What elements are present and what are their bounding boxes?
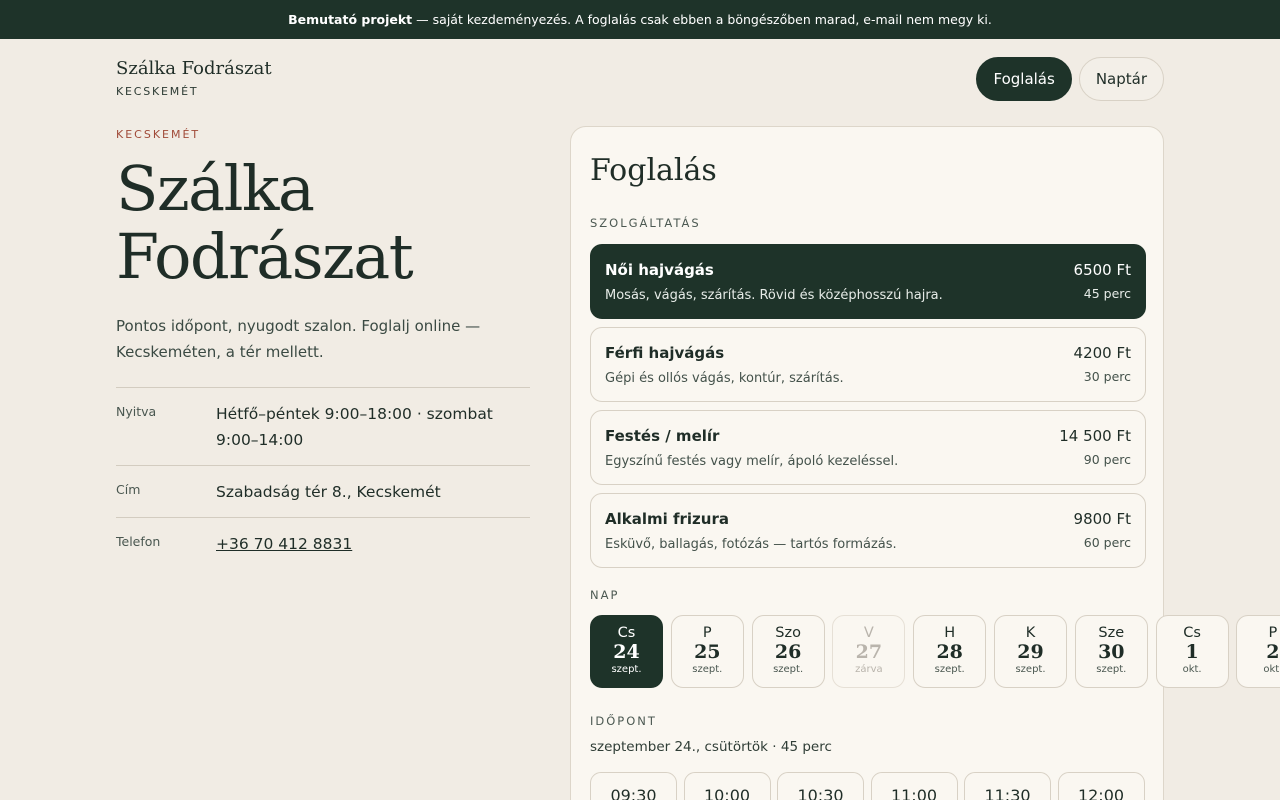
service-price: 9800 Ft: [1073, 510, 1131, 528]
calendar-nav-button[interactable]: Naptár: [1078, 57, 1164, 101]
day-option[interactable]: P2okt.: [1236, 615, 1280, 688]
day-number: 2: [1266, 641, 1280, 663]
day-option[interactable]: H 28 szept.: [913, 615, 987, 688]
day-option[interactable]: Cs 1 okt.: [1155, 615, 1229, 688]
time-slot[interactable]: 10:30: [777, 772, 864, 800]
service-duration: 60 perc: [1083, 535, 1131, 550]
service-price: 14 500 Ft: [1059, 427, 1131, 445]
day-number: 24: [613, 641, 640, 663]
day-number: 27: [855, 641, 883, 663]
service-name: Női hajvágás: [605, 261, 714, 279]
service-option[interactable]: Férfi hajvágás Gépi és ollós vágás, kontú…: [590, 327, 1146, 402]
day-weekday: P: [1268, 625, 1278, 641]
day-weekday: Szo: [775, 625, 801, 641]
info-row-phone: Telefon +36 70 412 8831: [116, 517, 530, 569]
service-desc: Egyszínű festés vagy melír, ápoló kezelé…: [605, 454, 899, 469]
info-label: Nyitva: [116, 404, 157, 419]
day-option[interactable]: P 25 szept.: [670, 615, 744, 688]
service-option[interactable]: Női hajvágás Mosás, vágás, szárítás. Rövi…: [590, 244, 1146, 319]
day-month: szept.: [1096, 664, 1127, 675]
time-slot[interactable]: 11:30: [964, 772, 1051, 800]
time-slot[interactable]: 10:00: [683, 772, 771, 800]
day-option[interactable]: Cs 24 szept.: [590, 615, 663, 688]
day-weekday: Sze: [1098, 625, 1125, 641]
time-picker: 09:30 10:00 10:30 11:00 11:30 12:00: [590, 772, 1150, 800]
time-slot[interactable]: 11:00: [870, 772, 958, 800]
day-month: szept.: [773, 664, 804, 675]
day-option[interactable]: K 29 szept.: [994, 615, 1067, 688]
service-option[interactable]: Festés / melír Egyszínű festés vagy melír…: [590, 410, 1146, 485]
day-option[interactable]: Szo 26 szept.: [751, 615, 825, 688]
service-label: SZOLGÁLTATÁS: [590, 216, 701, 230]
brand-city: KECSKEMÉT: [116, 85, 199, 98]
brand-name: Szálka Fodrászat: [116, 58, 272, 79]
day-weekday: P: [702, 625, 712, 641]
service-duration: 90 perc: [1083, 452, 1131, 467]
booking-title: Foglalás: [590, 153, 717, 188]
day-picker: Cs 24 szept. P 25 szept. Szo 26 szept. V 27 zárva H 2…: [590, 615, 1280, 688]
day-number: 28: [936, 641, 963, 663]
selected-date: szeptember 24., csütörtök · 45 perc: [590, 739, 832, 755]
day-month: zárva: [855, 664, 883, 675]
info-row-hours: Nyitva Hétfő–péntek 9:00–18:00 · szombat…: [116, 387, 530, 465]
service-name: Alkalmi frizura: [605, 510, 729, 528]
day-weekday: H: [944, 625, 956, 641]
day-month: szept.: [692, 664, 723, 675]
service-option[interactable]: Alkalmi frizura Esküvő, ballagás, fotózás…: [590, 493, 1146, 568]
day-number: 1: [1185, 641, 1199, 663]
demo-banner: Bemutató projekt — saját kezdeményezés. …: [0, 0, 1280, 39]
phone-link[interactable]: +36 70 412 8831: [216, 535, 352, 553]
day-number: 26: [774, 641, 802, 663]
hero-tagline: Pontos időpont, nyugodt szalon. Foglalj …: [116, 317, 481, 361]
service-desc: Mosás, vágás, szárítás. Rövid és középho…: [605, 288, 943, 303]
service-list: Női hajvágás Mosás, vágás, szárítás. Rövi…: [590, 244, 1146, 576]
brand[interactable]: Szálka Fodrászat KECSKEMÉT: [116, 58, 272, 98]
day-number: 25: [694, 641, 721, 663]
day-weekday: Cs: [1183, 625, 1201, 641]
intro-section: KECSKEMÉT Szálka Fodrászat Pontos időpon…: [116, 128, 530, 569]
day-weekday: V: [863, 625, 874, 641]
day-weekday: K: [1025, 625, 1036, 641]
service-duration: 30 perc: [1083, 369, 1131, 384]
info-list: Nyitva Hétfő–péntek 9:00–18:00 · szombat…: [116, 387, 530, 569]
service-name: Férfi hajvágás: [605, 344, 725, 362]
service-duration: 45 perc: [1083, 286, 1131, 301]
info-label: Telefon: [116, 534, 161, 549]
day-number: 30: [1098, 641, 1125, 663]
info-value: Hétfő–péntek 9:00–18:00 · szombat 9:00–1…: [216, 405, 493, 449]
banner-text: — saját kezdeményezés. A foglalás csak e…: [416, 12, 992, 27]
top-nav: Foglalás Naptár: [976, 57, 1164, 101]
time-slot[interactable]: 12:00: [1057, 772, 1145, 800]
hero-title-line1: Szálka: [116, 152, 315, 225]
day-number: 29: [1017, 641, 1044, 663]
service-price: 6500 Ft: [1073, 261, 1131, 279]
info-value: +36 70 412 8831: [216, 531, 530, 557]
day-option: V 27 zárva: [832, 615, 906, 688]
banner-strong: Bemutató projekt: [288, 12, 413, 27]
service-desc: Esküvő, ballagás, fotózás — tartós formá…: [605, 537, 897, 552]
service-price: 4200 Ft: [1073, 344, 1131, 362]
hero-title: Szálka Fodrászat: [116, 155, 530, 291]
booking-card: Foglalás SZOLGÁLTATÁS Női hajvágás Mosás,…: [570, 126, 1280, 800]
booking-nav-button[interactable]: Foglalás: [976, 57, 1072, 101]
hero-eyebrow: KECSKEMÉT: [116, 128, 201, 141]
day-month: okt.: [1263, 664, 1280, 675]
info-label: Cím: [116, 482, 141, 497]
day-month: szept.: [1015, 664, 1046, 675]
time-slot[interactable]: 09:30: [590, 772, 677, 800]
info-value: Szabadság tér 8., Kecskemét: [216, 483, 441, 501]
day-option[interactable]: Sze 30 szept.: [1074, 615, 1148, 688]
day-month: okt.: [1182, 664, 1202, 675]
day-month: szept.: [934, 664, 965, 675]
service-name: Festés / melír: [605, 427, 720, 445]
day-weekday: Cs: [617, 625, 636, 641]
hero-title-line2: Fodrászat: [116, 220, 414, 293]
day-label: NAP: [590, 588, 620, 602]
service-desc: Gépi és ollós vágás, kontúr, szárítás.: [605, 371, 844, 386]
day-month: szept.: [611, 664, 642, 675]
time-label: IDŐPONT: [590, 714, 657, 728]
info-row-address: Cím Szabadság tér 8., Kecskemét: [116, 465, 530, 517]
